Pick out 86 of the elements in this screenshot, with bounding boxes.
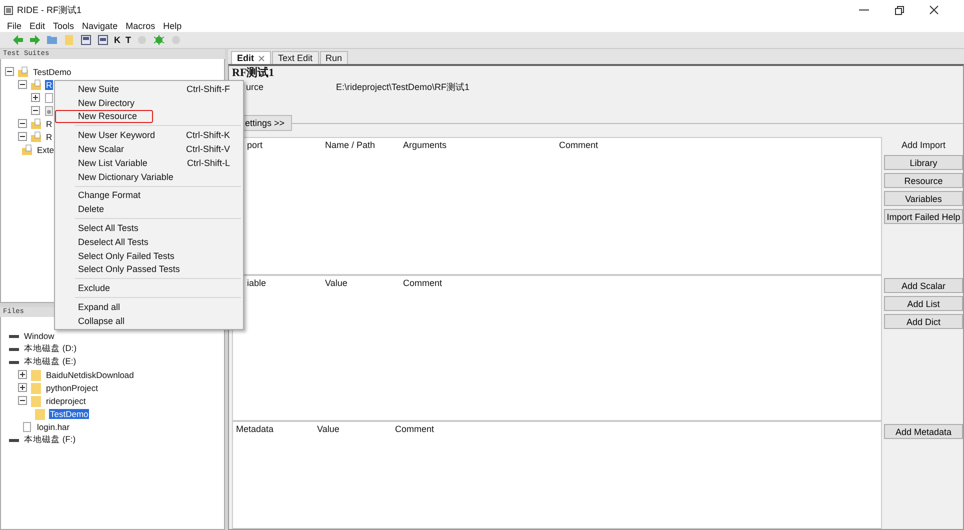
menu-item[interactable]: Select Only Passed Tests [55,262,243,276]
side-button[interactable]: Library [884,155,963,170]
tab[interactable]: Text Edit [272,51,319,64]
folder-icon [30,382,42,394]
column-header: Metadata [236,424,275,434]
suite-folder-icon [30,78,42,90]
suite-folder-icon [30,130,42,142]
collapse-icon[interactable] [18,80,27,89]
column-header: Value [325,278,348,288]
file-icon [21,420,33,432]
tree-item[interactable]: 本地磁盘 (F:) [23,434,77,446]
side-button[interactable]: Import Failed Help [884,209,963,224]
collapse-icon[interactable] [31,106,40,115]
side-button[interactable]: Add Dict [884,314,963,329]
suite-folder-icon [30,118,42,130]
tree-item[interactable]: TestDemo [32,66,72,76]
tab[interactable]: Edit [231,51,271,64]
menu-item[interactable]: New Scalar Ctrl-Shift-V [55,142,243,156]
menu-item[interactable]: New User Keyword Ctrl-Shift-K [55,128,243,142]
tree-item[interactable]: 本地磁盘 (D:) [23,342,78,354]
side-button[interactable]: Resource [884,173,963,188]
menu-item[interactable]: Delete [55,202,243,216]
tree-item[interactable]: Window [23,330,56,340]
menu-item[interactable]: Edit [30,21,46,31]
section-label: Add Import [900,140,947,152]
page-heading: RF测试1 [232,66,276,80]
field-label: urce [246,82,265,92]
tree-item[interactable]: TestDemo [49,408,90,418]
column-header: Name / Path [325,140,376,150]
collapse-icon[interactable] [5,67,14,76]
folder-icon [30,394,42,406]
tree-item[interactable]: Exte [36,144,56,154]
side-button[interactable]: Variables [884,191,963,206]
collapse-icon[interactable] [18,132,27,141]
tree-item[interactable]: 本地磁盘 (E:) [23,356,78,368]
suite-folder-icon [17,66,29,78]
suite-folder-icon [21,144,33,156]
menu-item[interactable]: Navigate [82,21,118,31]
side-button[interactable]: Add List [884,296,963,311]
menu-item[interactable]: Exclude [55,281,243,296]
folder-icon [30,368,42,380]
toolbar-button[interactable]: T [126,35,131,45]
column-header: iable [247,278,268,288]
expand-icon[interactable] [18,383,27,392]
menu-item[interactable]: New Resource [55,110,153,124]
folder-icon [34,408,46,420]
menu-item[interactable]: Select Only Failed Tests [55,248,243,263]
tree-item[interactable]: rideproject [45,396,87,406]
menu-item[interactable]: Macros [126,21,156,31]
menu-item[interactable]: Select All Tests [55,221,243,235]
menu-item[interactable]: New Directory [55,96,243,110]
side-button[interactable]: Add Scalar [884,278,963,293]
expand-icon[interactable] [31,93,40,102]
column-header: Arguments [403,140,448,150]
tree-item[interactable]: BaiduNetdiskDownload [45,370,135,380]
menu-item[interactable]: Deselect All Tests [55,234,243,249]
menu-item[interactable]: File [7,21,22,31]
menu-item[interactable]: Tools [53,21,74,31]
close-icon[interactable] [929,5,939,15]
menu-item[interactable]: New List Variable Ctrl-Shift-L [55,156,243,170]
tree-item[interactable]: R [45,118,54,128]
app-icon [4,6,13,14]
documents-icon[interactable] [97,34,109,46]
tree-item[interactable]: R [45,132,54,142]
column-header: Value [317,424,340,434]
toolbar-button[interactable]: K [114,35,120,45]
column-header: Comment [403,278,444,288]
tree-item[interactable]: pythonProject [45,382,99,392]
tree-item[interactable]: login.har [36,422,71,432]
window-title: RIDE - RF测试1 [17,4,82,16]
column-header: Comment [559,140,600,150]
collapse-icon[interactable] [18,119,27,128]
collapse-icon[interactable] [18,396,27,405]
menu-item[interactable]: Help [163,21,182,31]
column-header: Comment [395,424,436,434]
column-header: port [247,140,264,150]
tab[interactable]: Run [320,51,348,64]
source-path: E:\rideproject\TestDemo\RF测试1 [336,80,470,94]
expand-icon[interactable] [18,370,27,379]
maximize-icon[interactable] [894,5,904,15]
document-icon[interactable] [80,34,92,46]
menu-item[interactable]: New Suite Ctrl-Shift-F [55,82,243,96]
menu-item[interactable]: Change Format [55,188,243,202]
menu-item[interactable]: New Dictionary Variable [55,170,243,184]
tree-item[interactable]: R [45,80,54,90]
side-button[interactable]: Add Metadata [884,424,963,439]
